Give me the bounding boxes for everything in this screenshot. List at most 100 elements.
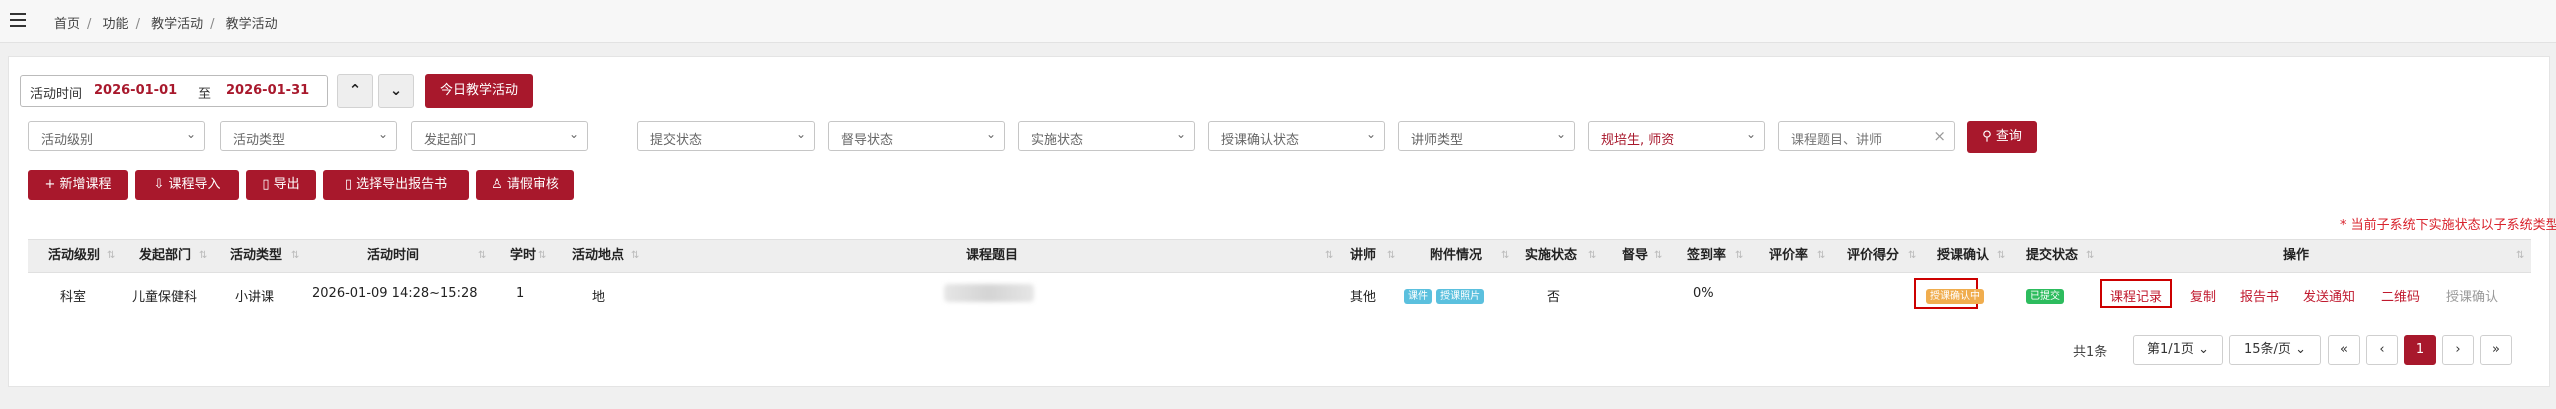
chevron-down-icon: ⌄ <box>389 81 403 99</box>
cell-attachments: 课件 授课照片 <box>1404 288 1485 304</box>
th-attachments[interactable]: 附件情况 <box>1430 240 1482 272</box>
th-time[interactable]: 活动时间 <box>367 240 419 272</box>
select-implement-status[interactable]: 实施状态 ⌄ <box>1018 121 1195 151</box>
select-label: 发起部门 <box>424 133 477 148</box>
qrcode-link[interactable]: 二维码 <box>2381 286 2420 305</box>
export-label: 导出 <box>273 177 300 192</box>
sort-icon[interactable]: ⇅ <box>1997 240 2005 272</box>
cell-sign-rate: 0% <box>1693 286 1714 301</box>
first-page-button[interactable]: « <box>2328 335 2360 365</box>
status-note: * 当前子系统下实施状态以子系统类型为主 <box>2340 218 2556 233</box>
sort-icon[interactable]: ⇅ <box>2516 240 2524 272</box>
select-activity-type[interactable]: 活动类型 ⌄ <box>220 121 397 151</box>
th-place[interactable]: 活动地点 <box>572 240 624 272</box>
breadcrumb-teaching[interactable]: 教学活动 <box>151 17 203 32</box>
th-title[interactable]: 课程题目 <box>966 240 1018 272</box>
chevron-down-icon: ⌄ <box>185 127 196 141</box>
cell-type: 小讲课 <box>235 290 275 305</box>
th-eval-rate[interactable]: 评价率 <box>1769 240 1808 272</box>
file-icon: ▯ <box>262 177 270 192</box>
select-confirm-status[interactable]: 授课确认状态 ⌄ <box>1208 121 1385 151</box>
sort-icon[interactable]: ⇅ <box>2086 240 2094 272</box>
sort-icon[interactable]: ⇅ <box>1817 240 1825 272</box>
th-lecturer[interactable]: 讲师 <box>1350 240 1376 272</box>
select-supervision-status[interactable]: 督导状态 ⌄ <box>828 121 1005 151</box>
today-activity-button[interactable]: 今日教学活动 <box>425 74 533 108</box>
page-select[interactable]: 第1/1页 ⌄ <box>2133 335 2223 365</box>
sort-icon[interactable]: ⇅ <box>199 240 207 272</box>
page-1-button[interactable]: 1 <box>2404 335 2436 365</box>
th-ops: 操作 <box>2283 248 2310 263</box>
course-record-link[interactable]: 课程记录 <box>2110 286 2162 305</box>
sort-icon[interactable]: ⇅ <box>1735 240 1743 272</box>
th-submit[interactable]: 提交状态 <box>2026 240 2078 272</box>
export-report-button[interactable]: ▯ 选择导出报告书 <box>323 170 469 200</box>
th-type[interactable]: 活动类型 <box>230 240 282 272</box>
select-activity-level[interactable]: 活动级别 ⌄ <box>28 121 205 151</box>
select-trainee-type[interactable]: 规培生, 师资 ⌄ <box>1588 121 1765 151</box>
table-header: 活动级别 发起部门 活动类型 活动时间 学时 活动地点 课程题目 讲师 附件情况… <box>28 239 2531 273</box>
page-size-select[interactable]: 15条/页 ⌄ <box>2229 335 2321 365</box>
sort-icon[interactable]: ⇅ <box>1387 240 1395 272</box>
sort-icon[interactable]: ⇅ <box>1501 240 1509 272</box>
date-range-input[interactable]: 活动时间 2026-01-01 至 2026-01-31 <box>20 75 328 107</box>
clear-icon[interactable]: × <box>1933 127 1946 145</box>
th-status[interactable]: 实施状态 <box>1525 240 1577 272</box>
page-size-value: 15条/页 <box>2244 342 2291 357</box>
th-confirm[interactable]: 授课确认 <box>1937 240 1989 272</box>
chevron-down-icon: ⌄ <box>1175 127 1186 141</box>
prev-page-button[interactable]: ‹ <box>2366 335 2398 365</box>
search-button[interactable]: ⚲ 查询 <box>1967 121 2037 153</box>
search-button-label: 查询 <box>1995 129 2022 144</box>
search-input[interactable]: 课程题目、讲师 × <box>1778 121 1955 151</box>
menu-icon[interactable] <box>10 13 26 27</box>
th-level[interactable]: 活动级别 <box>48 240 100 272</box>
add-course-button[interactable]: + 新增课程 <box>28 170 128 200</box>
send-notice-link[interactable]: 发送通知 <box>2303 286 2355 305</box>
select-submit-status[interactable]: 提交状态 ⌄ <box>637 121 815 151</box>
sort-icon[interactable]: ⇅ <box>1588 240 1596 272</box>
export-button[interactable]: ▯ 导出 <box>246 170 316 200</box>
copy-link[interactable]: 复制 <box>2190 286 2216 305</box>
select-label: 活动类型 <box>233 133 286 148</box>
th-hours[interactable]: 学时 <box>510 240 536 272</box>
sort-icon[interactable]: ⇅ <box>631 240 639 272</box>
select-lecturer-type[interactable]: 讲师类型 ⌄ <box>1398 121 1575 151</box>
th-dept[interactable]: 发起部门 <box>139 240 191 272</box>
import-course-button[interactable]: ⇩ 课程导入 <box>135 170 239 200</box>
add-course-label: 新增课程 <box>59 177 112 192</box>
breadcrumb-current: 教学活动 <box>225 17 278 32</box>
sort-icon[interactable]: ⇅ <box>291 240 299 272</box>
breadcrumb-home[interactable]: 首页 <box>54 17 80 32</box>
report-link[interactable]: 报告书 <box>2240 286 2279 305</box>
leave-review-button[interactable]: ♙ 请假审核 <box>476 170 574 200</box>
chevron-down-icon: ⌄ <box>795 127 806 141</box>
confirm-status-badge: 授课确认中 <box>1926 289 1984 304</box>
chevron-up-button[interactable]: ⌃ <box>337 74 373 108</box>
date-start[interactable]: 2026-01-01 <box>94 83 177 98</box>
select-department[interactable]: 发起部门 ⌄ <box>411 121 588 151</box>
sort-icon[interactable]: ⇅ <box>107 240 115 272</box>
last-page-button[interactable]: » <box>2480 335 2512 365</box>
th-supervision[interactable]: 督导 <box>1622 240 1648 272</box>
th-eval-score[interactable]: 评价得分 <box>1847 240 1899 272</box>
cell-place: 地 <box>592 290 606 305</box>
date-end[interactable]: 2026-01-31 <box>226 83 309 98</box>
sort-icon[interactable]: ⇅ <box>538 240 546 272</box>
course-title-redacted[interactable] <box>944 284 1034 302</box>
chevron-down-button[interactable]: ⌄ <box>378 74 414 108</box>
sort-icon[interactable]: ⇅ <box>1325 240 1333 272</box>
sort-icon[interactable]: ⇅ <box>1908 240 1916 272</box>
breadcrumb-function[interactable]: 功能 <box>103 17 129 32</box>
search-placeholder: 课程题目、讲师 <box>1791 133 1883 148</box>
next-page-button[interactable]: › <box>2442 335 2474 365</box>
th-sign-rate[interactable]: 签到率 <box>1687 240 1726 272</box>
cell-time: 2026-01-09 14:28~15:28 <box>312 286 478 301</box>
breadcrumb: 首页 / 功能 / 教学活动 / 教学活动 <box>54 17 278 32</box>
sort-icon[interactable]: ⇅ <box>1654 240 1662 272</box>
sort-icon[interactable]: ⇅ <box>478 240 486 272</box>
cell-hours: 1 <box>516 286 525 301</box>
import-course-label: 课程导入 <box>168 177 221 192</box>
select-label: 授课确认状态 <box>1221 133 1300 148</box>
page-select-value: 第1/1页 <box>2147 342 2194 357</box>
